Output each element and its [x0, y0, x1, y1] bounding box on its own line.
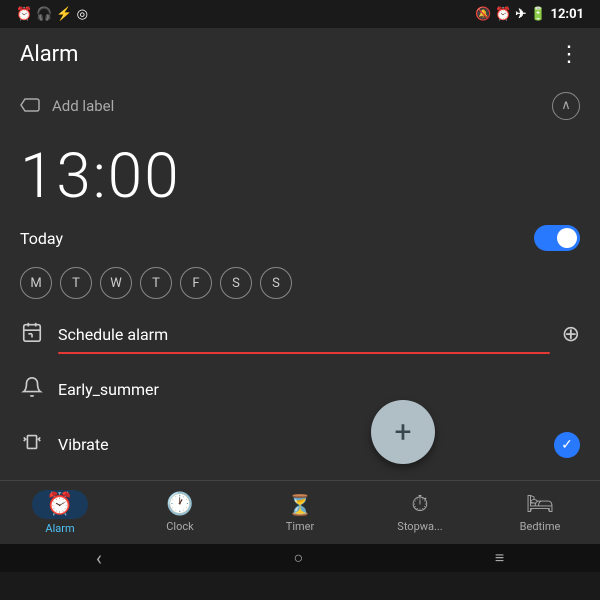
day-wednesday[interactable]: W: [100, 267, 132, 299]
today-toggle[interactable]: [534, 225, 580, 251]
mute-icon: 🔕: [475, 7, 491, 22]
battery-icon: 🔋: [530, 7, 546, 22]
clock-nav-icon: 🕐: [166, 492, 193, 517]
add-label-row[interactable]: Add label ∧: [20, 80, 580, 132]
day-tuesday[interactable]: T: [60, 267, 92, 299]
day-sunday[interactable]: S: [260, 267, 292, 299]
day-thursday[interactable]: T: [140, 267, 172, 299]
home-button[interactable]: ○: [294, 548, 304, 568]
back-button[interactable]: ‹: [96, 546, 102, 570]
headset-icon: 🎧: [36, 7, 52, 22]
vibrate-row[interactable]: Vibrate ✓: [20, 417, 580, 472]
nav-alarm-label: Alarm: [45, 522, 74, 535]
nav-timer[interactable]: ⏳ Timer: [270, 493, 330, 533]
days-row: M T W T F S S: [20, 259, 580, 307]
fab-add-button[interactable]: +: [371, 400, 435, 464]
day-saturday[interactable]: S: [220, 267, 252, 299]
schedule-icon: [20, 321, 44, 348]
nav-stopwatch[interactable]: ⏱ Stopwa...: [390, 492, 450, 533]
nav-clock[interactable]: 🕐 Clock: [150, 492, 210, 533]
more-options-button[interactable]: ⋮: [558, 42, 580, 67]
status-bar: ⏰ 🎧 ⚡ ◎ 🔕 ⏰ ✈ 🔋 12:01: [0, 0, 600, 28]
timer-nav-icon: ⏳: [288, 493, 313, 517]
ringtone-row[interactable]: Early_summer: [20, 362, 580, 417]
add-label-text: Add label: [52, 97, 114, 115]
schedule-alarm-label: Schedule alarm: [58, 325, 548, 344]
screen: ⏰ 🎧 ⚡ ◎ 🔕 ⏰ ✈ 🔋 12:01 Alarm ⋮ Add label: [0, 0, 600, 572]
vibrate-checkmark: ✓: [554, 432, 580, 458]
airplane-icon: ✈: [515, 7, 526, 22]
recents-button[interactable]: ≡: [495, 548, 504, 568]
ringtone-icon: [20, 376, 44, 403]
app-header: Alarm ⋮: [0, 28, 600, 80]
status-right-icons: 🔕 ⏰ ✈ 🔋 12:01: [475, 7, 584, 22]
nav-bedtime[interactable]: 🛏 Bedtime: [510, 492, 570, 533]
alarm-icon: ⏰: [495, 7, 511, 22]
usb-icon: ⚡: [56, 7, 72, 22]
page-title: Alarm: [20, 42, 78, 67]
day-friday[interactable]: F: [180, 267, 212, 299]
vibrate-label: Vibrate: [58, 435, 540, 454]
underline-decoration: [58, 352, 550, 354]
nav-clock-label: Clock: [166, 520, 193, 533]
ringtone-label: Early_summer: [58, 380, 580, 399]
system-nav-bar: ‹ ○ ≡: [0, 544, 600, 572]
vibrate-icon: [20, 431, 44, 458]
schedule-alarm-row[interactable]: Schedule alarm ⊕: [20, 307, 580, 362]
chevron-up-icon: ∧: [561, 99, 571, 112]
alarm-status-icon: ⏰: [16, 7, 32, 22]
status-left-icons: ⏰ 🎧 ⚡ ◎: [16, 7, 88, 22]
dnd-icon: ◎: [77, 7, 88, 22]
nav-stopwatch-label: Stopwa...: [397, 520, 442, 533]
collapse-button[interactable]: ∧: [552, 92, 580, 120]
nav-timer-label: Timer: [286, 520, 314, 533]
alarm-nav-icon: ⏰: [46, 492, 73, 517]
today-row: Today: [20, 217, 580, 259]
stopwatch-nav-icon: ⏱: [411, 492, 428, 517]
fab-plus-icon: +: [394, 415, 411, 450]
nav-bedtime-label: Bedtime: [520, 520, 561, 533]
bottom-nav: ⏰ Alarm 🕐 Clock ⏳ Timer ⏱ Stopwa... 🛏 Be…: [0, 480, 600, 544]
day-monday[interactable]: M: [20, 267, 52, 299]
nav-alarm-bg: ⏰: [32, 490, 87, 519]
today-label: Today: [20, 229, 63, 248]
add-schedule-button[interactable]: ⊕: [562, 322, 580, 347]
label-icon: [20, 97, 42, 115]
add-label-left: Add label: [20, 97, 114, 115]
bedtime-nav-icon: 🛏: [526, 492, 554, 517]
status-time: 12:01: [551, 7, 585, 22]
nav-alarm[interactable]: ⏰ Alarm: [30, 490, 90, 535]
alarm-time[interactable]: 13:00: [20, 132, 580, 217]
